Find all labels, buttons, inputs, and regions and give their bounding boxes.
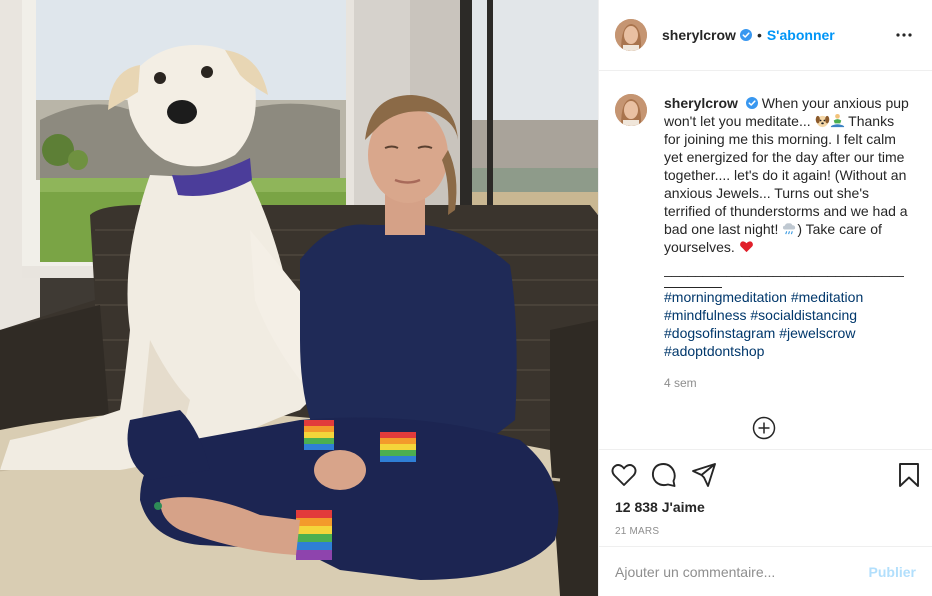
hashtag-morningmeditation[interactable]: #morningmeditation	[664, 289, 787, 305]
hashtag-socialdistancing[interactable]: #socialdistancing	[750, 307, 857, 323]
caption-text: sherylcrow When your anxious pup won't l…	[664, 94, 910, 392]
person-meditating-emoji	[830, 113, 844, 128]
share-icon[interactable]	[691, 455, 731, 495]
post-header: sherylcrow • S'abonner	[599, 0, 932, 71]
red-heart-emoji	[739, 241, 753, 253]
follow-button[interactable]: S'abonner	[767, 27, 835, 43]
post-actions: 12 838 J'aime 21 mars	[599, 449, 932, 537]
rain-cloud-emoji	[783, 223, 796, 235]
avatar[interactable]	[615, 19, 647, 51]
comment-icon[interactable]	[651, 455, 691, 495]
add-comment-bar: Publier	[599, 546, 932, 596]
hashtag-mindfulness[interactable]: #mindfulness	[664, 307, 747, 323]
heart-icon[interactable]	[611, 455, 651, 495]
post-side-panel: sherylcrow • S'abonner sherylcrow When y…	[598, 0, 932, 596]
caption-text-part-2: Thanks for joining me this morning. I fe…	[664, 113, 908, 237]
instagram-post: sherylcrow • S'abonner sherylcrow When y…	[0, 0, 932, 596]
caption-username[interactable]: sherylcrow	[664, 95, 738, 111]
action-icon-row	[611, 450, 920, 498]
more-horizontal-icon[interactable]	[892, 23, 916, 47]
hashtags: #morningmeditation #meditation #mindfuln…	[664, 288, 910, 360]
hashtag-jewelscrow[interactable]: #jewelscrow	[779, 325, 855, 341]
avatar-image	[615, 94, 647, 126]
comments-section: sherylcrow When your anxious pup won't l…	[599, 72, 932, 450]
likes-count[interactable]: 12 838 J'aime	[611, 498, 920, 516]
dog-face-emoji	[815, 115, 829, 128]
post-date[interactable]: 21 mars	[611, 526, 920, 537]
photo-woman-meditating-with-dog	[0, 0, 598, 596]
caption-row: sherylcrow When your anxious pup won't l…	[615, 94, 916, 392]
hashtag-adoptdontshop[interactable]: #adoptdontshop	[664, 343, 764, 359]
separator-dot: •	[756, 27, 762, 43]
caption-avatar[interactable]	[615, 94, 647, 126]
header-username[interactable]: sherylcrow	[662, 27, 736, 43]
verified-badge-icon	[739, 29, 752, 41]
post-photo[interactable]	[0, 0, 598, 596]
caption-time-ago[interactable]: 4 sem	[664, 374, 910, 392]
publish-button[interactable]: Publier	[869, 564, 916, 580]
comment-input[interactable]	[615, 563, 869, 580]
hashtag-meditation[interactable]: #meditation	[791, 289, 863, 305]
bookmark-icon[interactable]	[880, 455, 920, 495]
avatar-image	[615, 19, 647, 51]
hashtag-dogsofinstagram[interactable]: #dogsofinstagram	[664, 325, 775, 341]
verified-badge-icon	[745, 97, 758, 109]
load-more-comments-icon[interactable]	[752, 416, 776, 440]
